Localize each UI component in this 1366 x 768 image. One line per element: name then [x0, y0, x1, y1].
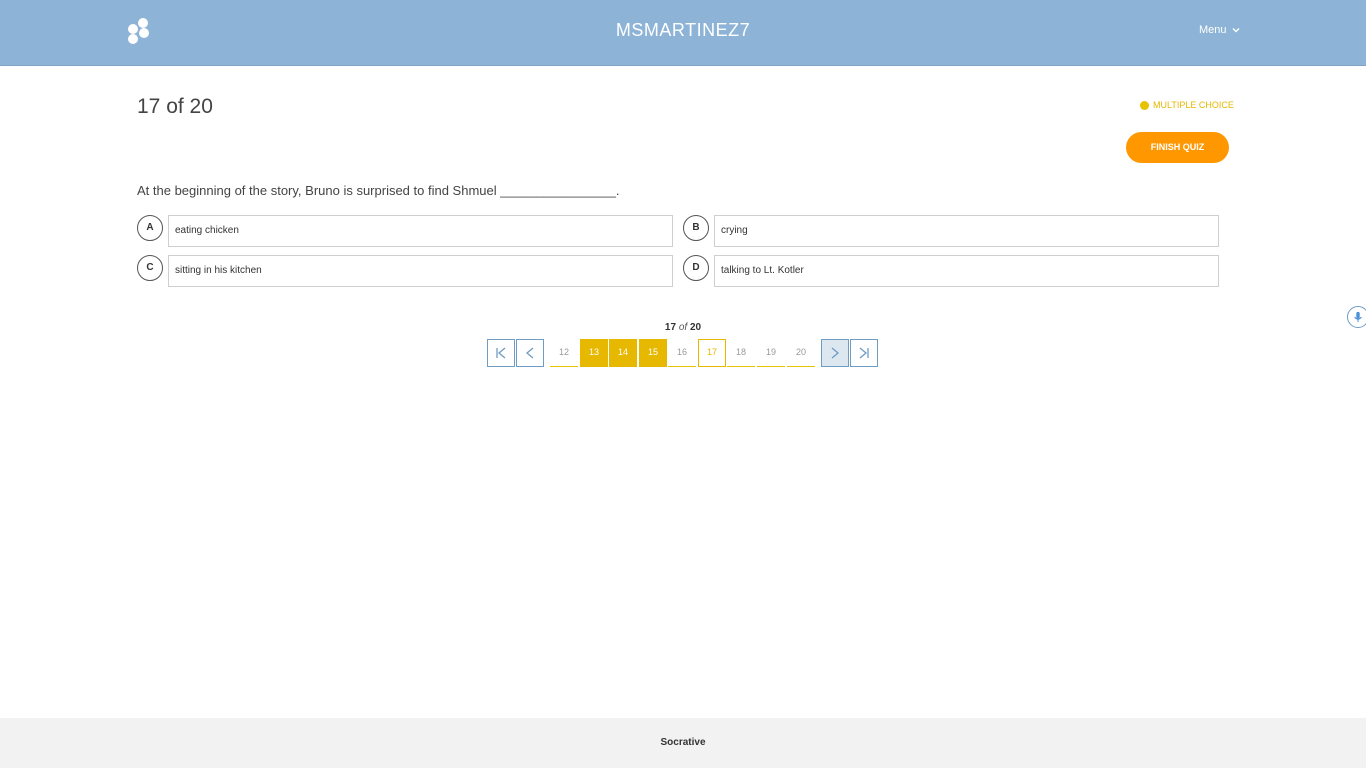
chevron-down-icon	[1232, 28, 1240, 33]
page-17[interactable]: 17	[698, 339, 726, 367]
last-page-icon	[859, 347, 869, 359]
question-type-label: MULTIPLE CHOICE	[1153, 100, 1234, 110]
question-progress-title: 17 of 20	[137, 95, 213, 118]
menu-label: Menu	[1199, 24, 1227, 36]
previous-page-icon	[525, 347, 534, 359]
page-16[interactable]: 16	[668, 339, 696, 367]
page-12[interactable]: 12	[550, 339, 578, 367]
page-15[interactable]: 15	[639, 339, 667, 367]
menu-button[interactable]: Menu	[1199, 24, 1240, 36]
microphone-icon	[1354, 311, 1362, 323]
first-page-button[interactable]	[487, 339, 515, 367]
page-18[interactable]: 18	[727, 339, 755, 367]
choice-b-letter[interactable]: B	[683, 215, 709, 241]
choice-c-letter[interactable]: C	[137, 255, 163, 281]
choice-b-option[interactable]: crying	[714, 215, 1219, 247]
choice-d-letter[interactable]: D	[683, 255, 709, 281]
next-page-button[interactable]	[821, 339, 849, 367]
choice-c-option[interactable]: sitting in his kitchen	[168, 255, 673, 287]
question-text: At the beginning of the story, Bruno is …	[137, 183, 620, 198]
page-count-current: 17	[664, 322, 677, 333]
page-count-total: 20	[689, 322, 702, 333]
last-page-button[interactable]	[850, 339, 878, 367]
microphone-button[interactable]	[1347, 306, 1366, 328]
page-14[interactable]: 14	[609, 339, 637, 367]
footer-brand: Socrative	[660, 737, 706, 748]
question-type-badge: MULTIPLE CHOICE	[1140, 100, 1234, 110]
previous-page-button[interactable]	[516, 339, 544, 367]
top-header: MSMARTINEZ7 Menu	[0, 0, 1366, 66]
page-count: 17 of 20	[0, 322, 1366, 333]
finish-quiz-button[interactable]: FINISH QUIZ	[1126, 132, 1229, 163]
page-13[interactable]: 13	[580, 339, 608, 367]
room-name: MSMARTINEZ7	[615, 20, 751, 40]
question-type-dot-icon	[1140, 100, 1149, 110]
choice-a-letter[interactable]: A	[137, 215, 163, 241]
page-count-of: of	[678, 322, 688, 333]
next-page-icon	[831, 347, 840, 359]
page-20[interactable]: 20	[787, 339, 815, 367]
choice-a-option[interactable]: eating chicken	[168, 215, 673, 247]
first-page-icon	[496, 347, 506, 359]
page-19[interactable]: 19	[757, 339, 785, 367]
footer: Socrative	[0, 718, 1366, 768]
choice-d-option[interactable]: talking to Lt. Kotler	[714, 255, 1219, 287]
